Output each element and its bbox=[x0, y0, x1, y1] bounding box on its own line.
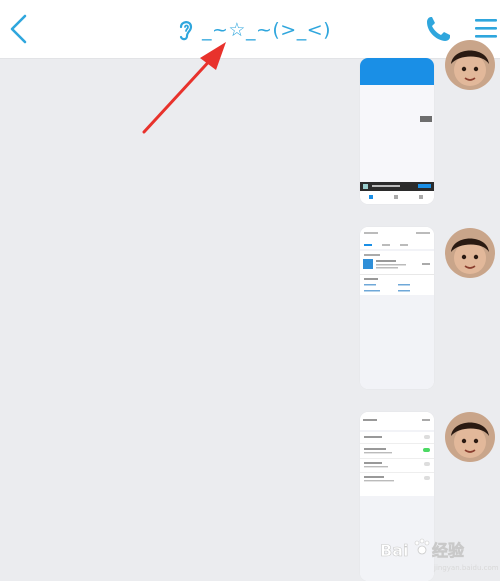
svg-text:Bai: Bai bbox=[380, 541, 408, 560]
screenshot-thumbnail bbox=[360, 227, 434, 389]
svg-text:经验: 经验 bbox=[432, 541, 465, 560]
ear-icon bbox=[179, 21, 193, 41]
back-chevron-icon[interactable] bbox=[6, 12, 30, 46]
avatar[interactable] bbox=[445, 228, 495, 278]
chat-title[interactable]: _~☆_~(>_<) bbox=[176, 14, 331, 46]
baidu-jingyan-watermark: Bai 经验 jingyan.baidu.com bbox=[380, 538, 499, 572]
contact-name: _~☆_~(>_<) bbox=[202, 19, 332, 41]
hamburger-menu-icon[interactable] bbox=[474, 16, 498, 40]
image-message[interactable] bbox=[360, 227, 434, 389]
avatar[interactable] bbox=[445, 40, 495, 90]
chat-header: _~☆_~(>_<) bbox=[0, 0, 500, 59]
phone-icon[interactable] bbox=[424, 14, 452, 44]
image-message[interactable] bbox=[360, 58, 434, 204]
paw-icon bbox=[414, 538, 430, 555]
avatar[interactable] bbox=[445, 412, 495, 462]
screenshot-thumbnail bbox=[360, 58, 434, 204]
svg-text:jingyan.baidu.com: jingyan.baidu.com bbox=[433, 564, 499, 572]
